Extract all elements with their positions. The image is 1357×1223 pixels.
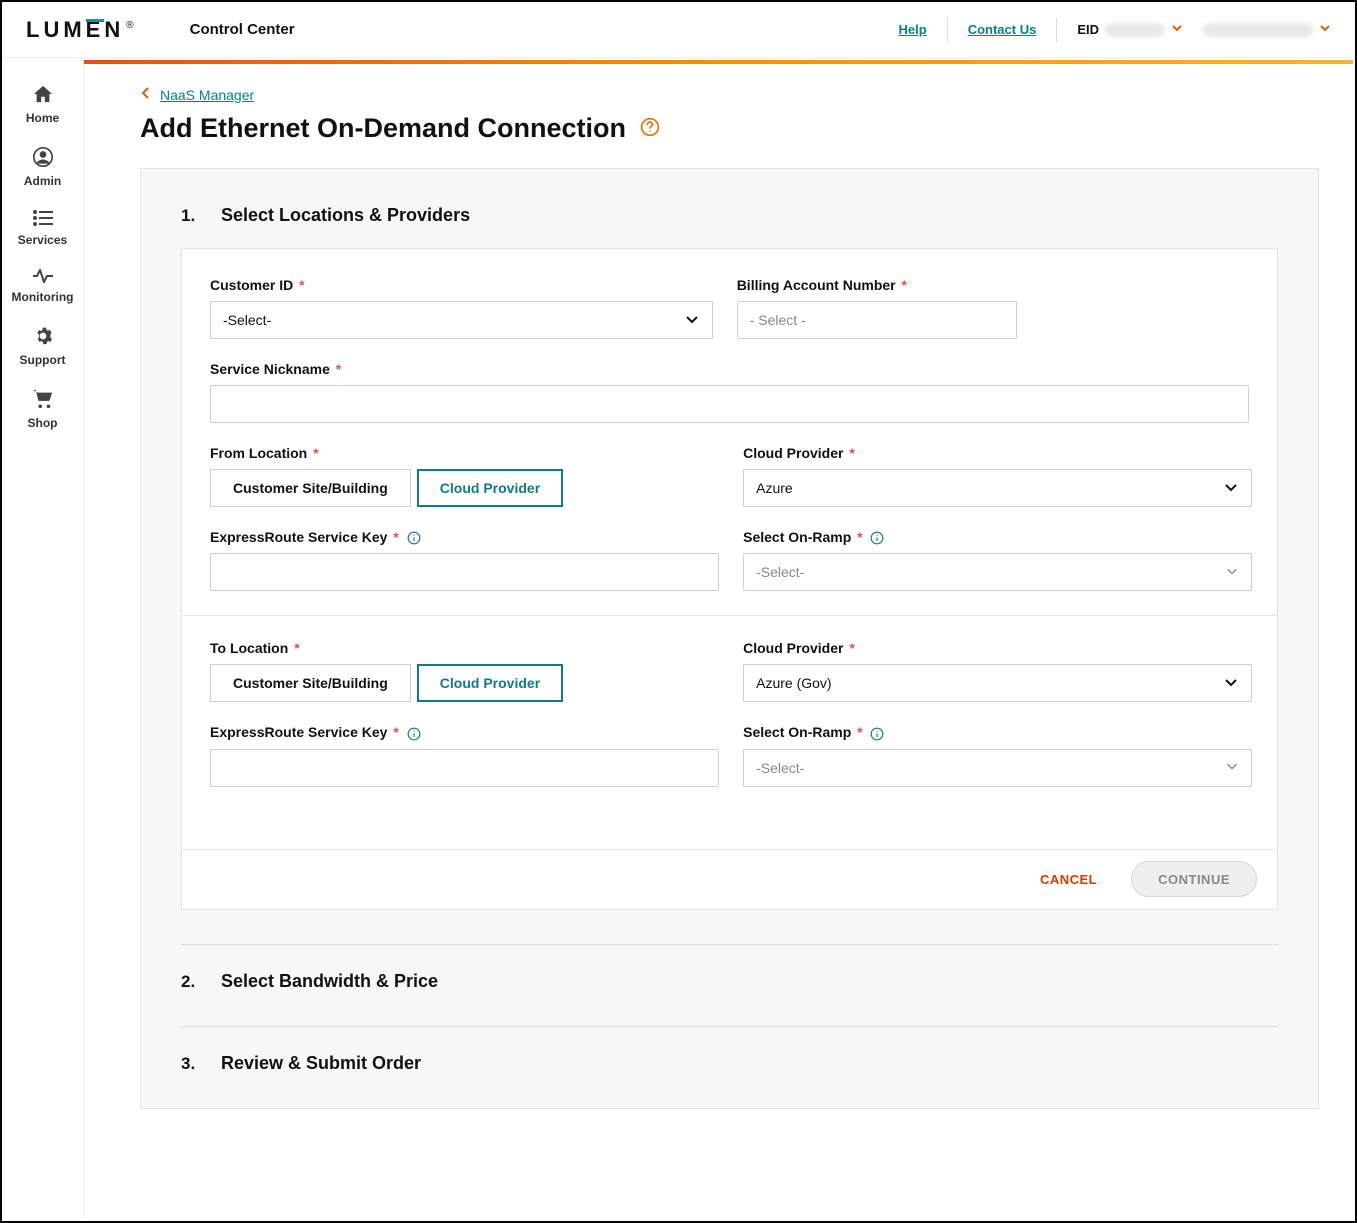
form-actions: CANCEL CONTINUE bbox=[181, 850, 1278, 910]
chevron-down-icon bbox=[1225, 759, 1239, 776]
continue-button[interactable]: CONTINUE bbox=[1131, 861, 1257, 897]
sidebar-item-label: Support bbox=[20, 353, 66, 367]
from-onramp-select[interactable]: -Select- bbox=[743, 553, 1252, 591]
cart-icon bbox=[32, 389, 54, 416]
accent-bar bbox=[84, 60, 1353, 64]
customer-id-label: Customer ID * bbox=[210, 277, 713, 293]
chevron-down-icon bbox=[1223, 479, 1239, 498]
customer-id-select[interactable]: -Select- bbox=[210, 301, 713, 339]
eid-dropdown[interactable]: EID bbox=[1063, 21, 1183, 39]
sidebar-item-home[interactable]: Home bbox=[2, 74, 83, 137]
activity-icon bbox=[32, 269, 54, 290]
account-dropdown[interactable] bbox=[1203, 21, 1331, 39]
sidebar-item-label: Services bbox=[18, 233, 67, 247]
to-customer-site-button[interactable]: Customer Site/Building bbox=[210, 664, 411, 702]
sidebar-item-monitoring[interactable]: Monitoring bbox=[2, 259, 83, 316]
from-cloud-provider-label: Cloud Provider * bbox=[743, 445, 1252, 461]
to-service-key-input[interactable] bbox=[210, 749, 719, 787]
to-cloud-provider-select[interactable]: Azure (Gov) bbox=[743, 664, 1252, 702]
service-nickname-input[interactable] bbox=[210, 385, 1249, 423]
step-title: Select Bandwidth & Price bbox=[221, 971, 438, 992]
contact-us-link[interactable]: Contact Us bbox=[968, 22, 1037, 37]
step-3-header[interactable]: 3. Review & Submit Order bbox=[181, 1053, 1278, 1074]
list-icon bbox=[33, 210, 53, 233]
header-separator bbox=[1056, 18, 1057, 42]
step-number: 2. bbox=[181, 972, 221, 992]
chevron-down-icon bbox=[1319, 21, 1331, 39]
billing-account-select[interactable]: - Select - bbox=[737, 301, 1018, 339]
sidebar-item-label: Monitoring bbox=[12, 290, 74, 304]
cancel-button[interactable]: CANCEL bbox=[1034, 871, 1103, 888]
eid-value-redacted bbox=[1105, 23, 1165, 37]
step-title: Review & Submit Order bbox=[221, 1053, 421, 1074]
app-title: Control Center bbox=[190, 21, 295, 38]
help-circle-icon[interactable] bbox=[640, 113, 660, 144]
info-circle-icon[interactable] bbox=[870, 727, 884, 741]
step-number: 3. bbox=[181, 1054, 221, 1074]
chevron-down-icon bbox=[1223, 674, 1239, 693]
from-location-label: From Location * bbox=[210, 445, 719, 461]
help-link[interactable]: Help bbox=[899, 22, 927, 37]
wizard-container: 1. Select Locations & Providers Customer… bbox=[140, 168, 1319, 1109]
sidebar-item-label: Admin bbox=[24, 174, 61, 188]
from-location-toggle: Customer Site/Building Cloud Provider bbox=[210, 469, 719, 507]
chevron-left-icon bbox=[140, 86, 150, 103]
app-header: LUMEN® Control Center Help Contact Us EI… bbox=[2, 2, 1355, 58]
breadcrumb-label: NaaS Manager bbox=[160, 87, 254, 103]
from-service-key-label: ExpressRoute Service Key * bbox=[210, 529, 719, 545]
breadcrumb-naas-manager[interactable]: NaaS Manager bbox=[140, 86, 1319, 103]
to-location-label: To Location * bbox=[210, 640, 719, 656]
sidebar-item-support[interactable]: Support bbox=[2, 316, 83, 379]
step-divider bbox=[181, 944, 1278, 945]
sidebar-item-shop[interactable]: Shop bbox=[2, 379, 83, 442]
from-cloud-provider-button[interactable]: Cloud Provider bbox=[417, 469, 563, 507]
form-divider bbox=[182, 615, 1277, 616]
lumen-logo: LUMEN® bbox=[26, 17, 134, 43]
chevron-down-icon bbox=[1171, 21, 1183, 39]
gear-icon bbox=[33, 326, 53, 353]
sidebar-item-services[interactable]: Services bbox=[2, 200, 83, 259]
info-circle-icon[interactable] bbox=[870, 531, 884, 545]
service-nickname-label: Service Nickname * bbox=[210, 361, 1249, 377]
step-1-header: 1. Select Locations & Providers bbox=[181, 205, 1278, 226]
to-onramp-label: Select On-Ramp * bbox=[743, 724, 1252, 740]
from-onramp-label: Select On-Ramp * bbox=[743, 529, 1252, 545]
from-service-key-input[interactable] bbox=[210, 553, 719, 591]
step-number: 1. bbox=[181, 206, 221, 226]
sidebar-item-label: Shop bbox=[28, 416, 58, 430]
header-separator bbox=[947, 18, 948, 42]
eid-label: EID bbox=[1077, 22, 1099, 37]
to-cloud-provider-label: Cloud Provider * bbox=[743, 640, 1252, 656]
step-divider bbox=[181, 1026, 1278, 1027]
billing-account-label: Billing Account Number * bbox=[737, 277, 1018, 293]
to-service-key-label: ExpressRoute Service Key * bbox=[210, 724, 719, 740]
step-title: Select Locations & Providers bbox=[221, 205, 470, 226]
step-2-header[interactable]: 2. Select Bandwidth & Price bbox=[181, 971, 1278, 992]
to-location-toggle: Customer Site/Building Cloud Provider bbox=[210, 664, 719, 702]
chevron-down-icon bbox=[684, 311, 700, 330]
from-cloud-provider-select[interactable]: Azure bbox=[743, 469, 1252, 507]
account-name-redacted bbox=[1203, 23, 1313, 37]
sidebar-item-label: Home bbox=[26, 111, 59, 125]
home-icon bbox=[32, 84, 54, 111]
step-1-form: Customer ID * -Select- Billing Account N… bbox=[181, 248, 1278, 850]
chevron-down-icon bbox=[1225, 564, 1239, 581]
sidebar-item-admin[interactable]: Admin bbox=[2, 137, 83, 200]
sidebar-nav: Home Admin Services Monitoring Support S… bbox=[2, 58, 84, 1217]
info-circle-icon[interactable] bbox=[407, 727, 421, 741]
main-content: NaaS Manager Add Ethernet On-Demand Conn… bbox=[84, 58, 1355, 1217]
from-customer-site-button[interactable]: Customer Site/Building bbox=[210, 469, 411, 507]
to-onramp-select[interactable]: -Select- bbox=[743, 749, 1252, 787]
user-icon bbox=[33, 147, 53, 174]
page-title: Add Ethernet On-Demand Connection bbox=[140, 113, 1319, 144]
to-cloud-provider-button[interactable]: Cloud Provider bbox=[417, 664, 563, 702]
info-circle-icon[interactable] bbox=[407, 531, 421, 545]
